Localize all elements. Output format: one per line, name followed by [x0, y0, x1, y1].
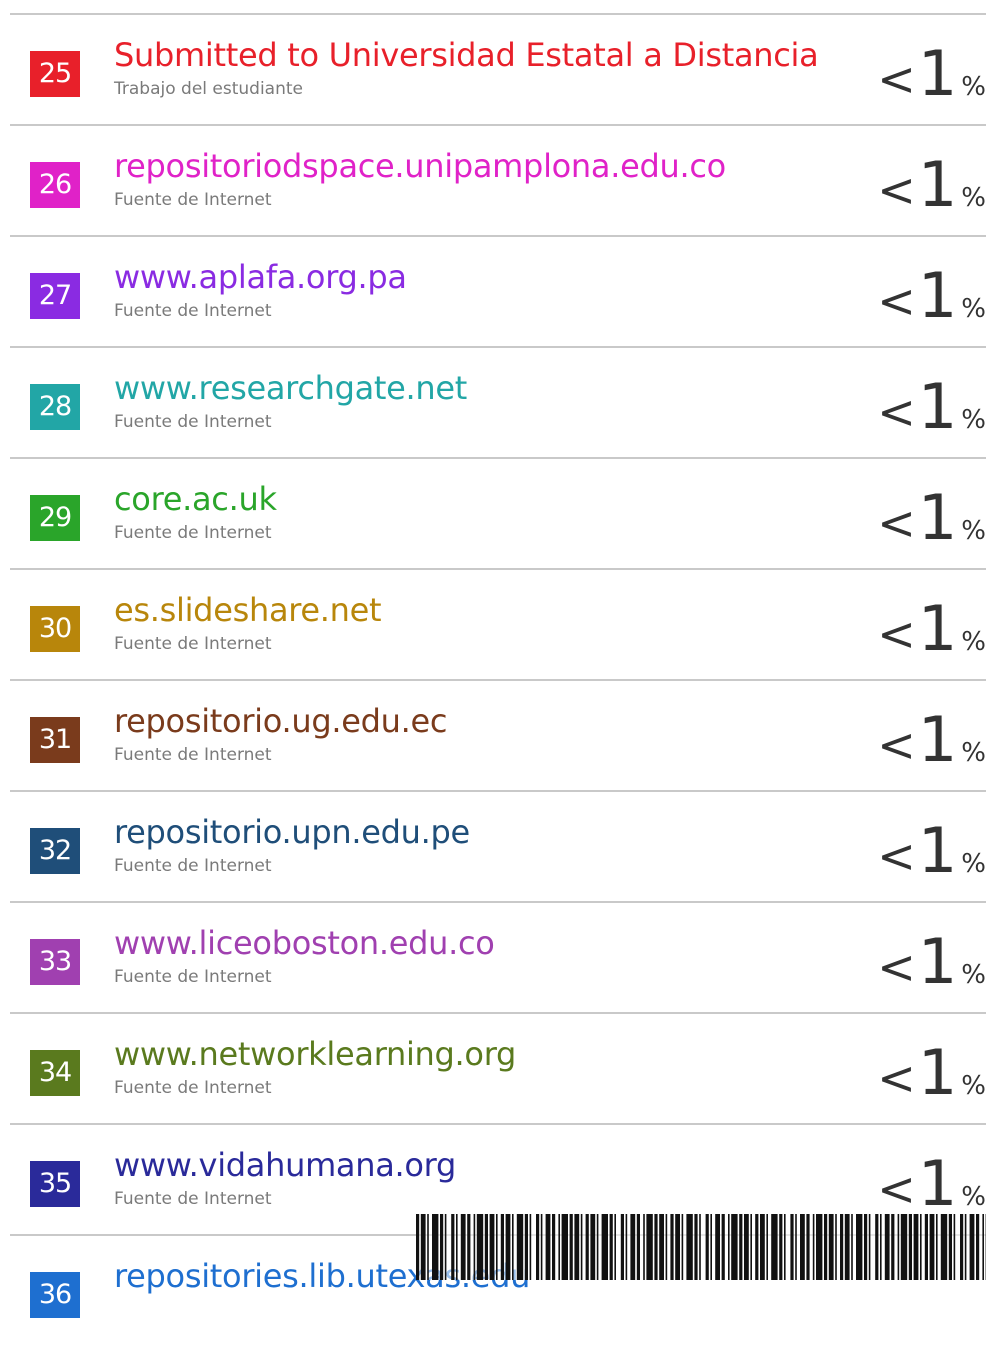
- source-row[interactable]: 25 Submitted to Universidad Estatal a Di…: [10, 15, 986, 126]
- source-row[interactable]: 33 www.liceoboston.edu.co Fuente de Inte…: [10, 903, 986, 1014]
- source-type: Fuente de Internet: [114, 190, 272, 210]
- source-type: Fuente de Internet: [114, 301, 272, 321]
- source-row[interactable]: 27 www.aplafa.org.pa Fuente de Internet …: [10, 237, 986, 348]
- rank-badge: 27: [30, 273, 80, 319]
- rank-badge: 25: [30, 51, 80, 97]
- match-percentage: <1%: [877, 925, 986, 995]
- source-title[interactable]: repositorio.upn.edu.pe: [114, 812, 470, 852]
- rank-badge: 33: [30, 939, 80, 985]
- source-title[interactable]: www.networklearning.org: [114, 1034, 516, 1074]
- source-title[interactable]: www.liceoboston.edu.co: [114, 923, 495, 963]
- barcode-image: [416, 1214, 986, 1280]
- source-title[interactable]: es.slideshare.net: [114, 590, 381, 630]
- source-type: Fuente de Internet: [114, 856, 272, 876]
- match-percentage: <1%: [877, 481, 986, 551]
- source-row[interactable]: 32 repositorio.upn.edu.pe Fuente de Inte…: [10, 792, 986, 903]
- rank-badge: 30: [30, 606, 80, 652]
- source-type: Fuente de Internet: [114, 1078, 272, 1098]
- rank-badge: 35: [30, 1161, 80, 1207]
- source-type: Fuente de Internet: [114, 745, 272, 765]
- match-percentage: <1%: [877, 148, 986, 218]
- match-percentage: <1%: [877, 703, 986, 773]
- source-row[interactable]: 30 es.slideshare.net Fuente de Internet …: [10, 570, 986, 681]
- rank-badge: 29: [30, 495, 80, 541]
- rank-badge: 36: [30, 1272, 80, 1318]
- source-type: Fuente de Internet: [114, 412, 272, 432]
- source-row[interactable]: 28 www.researchgate.net Fuente de Intern…: [10, 348, 986, 459]
- match-percentage: <1%: [877, 814, 986, 884]
- source-title[interactable]: core.ac.uk: [114, 479, 277, 519]
- source-title[interactable]: www.aplafa.org.pa: [114, 257, 407, 297]
- match-percentage: <1%: [877, 259, 986, 329]
- rank-badge: 26: [30, 162, 80, 208]
- source-title[interactable]: www.vidahumana.org: [114, 1145, 456, 1185]
- match-percentage: <1%: [877, 37, 986, 107]
- source-row[interactable]: 31 repositorio.ug.edu.ec Fuente de Inter…: [10, 681, 986, 792]
- source-title[interactable]: repositoriodspace.unipamplona.edu.co: [114, 146, 726, 186]
- source-title[interactable]: www.researchgate.net: [114, 368, 467, 408]
- source-type: Fuente de Internet: [114, 523, 272, 543]
- rank-badge: 31: [30, 717, 80, 763]
- source-row[interactable]: 34 www.networklearning.org Fuente de Int…: [10, 1014, 986, 1125]
- rank-badge: 34: [30, 1050, 80, 1096]
- source-type: Fuente de Internet: [114, 967, 272, 987]
- match-percentage: <1%: [877, 1147, 986, 1217]
- source-row[interactable]: 26 repositoriodspace.unipamplona.edu.co …: [10, 126, 986, 237]
- source-row[interactable]: 29 core.ac.uk Fuente de Internet <1%: [10, 459, 986, 570]
- rank-badge: 28: [30, 384, 80, 430]
- match-percentage: <1%: [877, 592, 986, 662]
- source-title[interactable]: Submitted to Universidad Estatal a Dista…: [114, 35, 818, 75]
- rank-badge: 32: [30, 828, 80, 874]
- source-title[interactable]: repositorio.ug.edu.ec: [114, 701, 447, 741]
- source-type: Fuente de Internet: [114, 634, 272, 654]
- source-type: Trabajo del estudiante: [114, 79, 303, 99]
- match-percentage: <1%: [877, 370, 986, 440]
- source-type: Fuente de Internet: [114, 1189, 272, 1209]
- match-percentage: <1%: [877, 1036, 986, 1106]
